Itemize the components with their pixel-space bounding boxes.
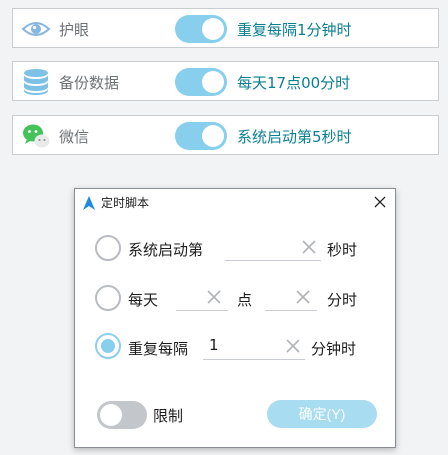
task-schedule: 每天17点00分时 [237, 74, 351, 92]
toggle-knob [202, 18, 224, 40]
eye-icon [21, 14, 51, 44]
daily-hour-unit: 点 [237, 291, 253, 309]
app-arrow-icon [83, 195, 95, 214]
dialog-title-bar: 定时脚本 [75, 189, 395, 215]
radio-repeat[interactable] [95, 333, 121, 359]
schedule-dialog: 定时脚本 系统启动第 秒时 每天 点 分时 重复每隔 1 分钟时 限制 确定(Y… [74, 188, 396, 448]
toggle-knob [202, 125, 224, 147]
database-icon [21, 67, 51, 97]
daily-minute-unit: 分时 [327, 291, 358, 309]
confirm-button[interactable]: 确定(Y) [267, 400, 377, 428]
wechat-icon [21, 121, 51, 151]
daily-hour-input[interactable] [176, 283, 228, 311]
repeat-minutes-input[interactable]: 1 [203, 332, 305, 360]
task-enable-toggle[interactable] [175, 68, 227, 96]
daily-minute-input[interactable] [265, 283, 317, 311]
radio-selected-dot [101, 339, 115, 353]
task-row-wechat[interactable]: 微信 系统启动第5秒时 [12, 115, 439, 155]
task-name: 微信 [59, 128, 90, 146]
limit-toggle[interactable] [97, 401, 147, 429]
task-enable-toggle[interactable] [175, 122, 227, 150]
option-repeat-label: 重复每隔 [128, 340, 189, 358]
task-schedule: 重复每隔1分钟时 [237, 21, 352, 39]
toggle-knob [100, 404, 122, 426]
close-icon[interactable] [371, 193, 389, 211]
startup-seconds-input[interactable] [225, 233, 321, 261]
option-daily-label: 每天 [128, 291, 159, 309]
clear-icon[interactable] [293, 287, 313, 307]
task-schedule: 系统启动第5秒时 [237, 128, 352, 146]
radio-daily[interactable] [95, 285, 121, 311]
task-row-backup-data[interactable]: 备份数据 每天17点00分时 [12, 61, 439, 101]
radio-startup[interactable] [95, 235, 121, 261]
task-name: 备份数据 [59, 74, 120, 92]
clear-icon[interactable] [283, 336, 303, 356]
option-startup-label: 系统启动第 [128, 241, 204, 259]
task-row-eye-care[interactable]: 护眼 重复每隔1分钟时 [12, 8, 439, 48]
clear-icon[interactable] [299, 237, 319, 257]
limit-label: 限制 [153, 407, 184, 425]
repeat-unit-label: 分钟时 [311, 340, 357, 358]
task-name: 护眼 [59, 21, 90, 39]
clear-icon[interactable] [204, 287, 224, 307]
startup-unit-label: 秒时 [327, 241, 358, 259]
dialog-title: 定时脚本 [101, 196, 150, 210]
task-enable-toggle[interactable] [175, 15, 227, 43]
toggle-knob [202, 71, 224, 93]
